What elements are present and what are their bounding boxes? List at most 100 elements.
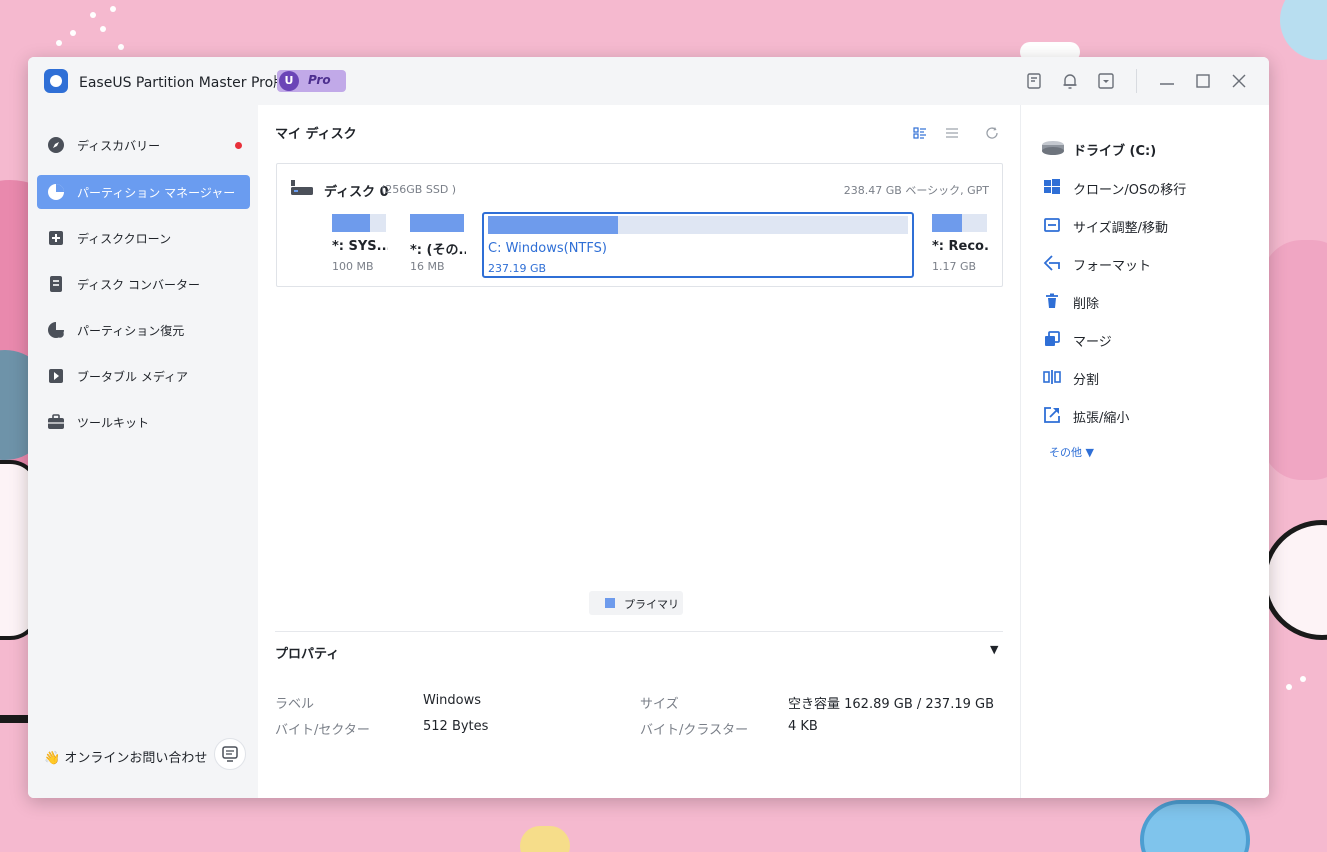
actions-panel: ドライブ (C:) クローン/OSの移行 サイズ調整/移動 フォーマット 削除 <box>1020 105 1269 798</box>
sidebar-item-discovery[interactable]: ディスカバリー <box>37 128 250 162</box>
property-value: Windows <box>423 693 482 708</box>
partition-name: C: Windows(NTFS) <box>488 241 607 256</box>
extend-icon <box>1043 406 1061 424</box>
partition-usage-bar <box>932 214 987 232</box>
resize-icon <box>1043 216 1061 234</box>
legend-swatch <box>605 598 615 608</box>
trash-icon <box>1043 292 1061 310</box>
partition-usage-fill <box>332 214 370 232</box>
action-label: 分割 <box>1073 373 1100 388</box>
sidebar-item-label: ディスククローン <box>77 232 172 246</box>
partition-name: *: SYS... <box>332 239 388 254</box>
disk-clone-icon <box>47 229 65 247</box>
online-contact-link[interactable]: 👋 オンラインお問い合わせ <box>44 747 207 766</box>
wallpaper-shape <box>1262 520 1327 640</box>
property-key: サイズ <box>640 697 679 712</box>
property-value: 512 Bytes <box>423 719 489 734</box>
sidebar-item-bootable-media[interactable]: ブータブル メディア <box>37 359 250 393</box>
action-label: フォーマット <box>1073 259 1152 274</box>
close-icon[interactable] <box>1229 71 1249 91</box>
badge-text: Pro <box>308 73 331 87</box>
sidebar-item-disk-clone[interactable]: ディスククローン <box>37 221 250 255</box>
wallpaper-dot <box>90 12 96 18</box>
partition-usage-fill <box>410 214 464 232</box>
toolbox-icon <box>47 413 65 431</box>
disk-convert-icon <box>47 275 65 293</box>
wallpaper-dot <box>70 30 76 36</box>
maximize-icon[interactable] <box>1193 71 1213 91</box>
action-label: 拡張/縮小 <box>1073 411 1130 426</box>
partition-size: 237.19 GB <box>488 262 547 275</box>
title-bar: EaseUS Partition Master Pro版 U Pro <box>28 57 1269 105</box>
sidebar-item-label: パーティション復元 <box>77 324 185 338</box>
properties-toggle[interactable]: ▼ <box>990 643 998 656</box>
sidebar-item-label: ディスカバリー <box>77 139 161 153</box>
section-title: マイ ディスク <box>275 127 357 142</box>
partition-block-selected[interactable]: C: Windows(NTFS) 237.19 GB <box>482 212 914 278</box>
divider <box>275 631 1003 632</box>
split-icon <box>1043 368 1061 386</box>
wallpaper-shape <box>520 826 570 852</box>
wallpaper-dot <box>1300 676 1306 682</box>
property-value: 4 KB <box>788 719 818 734</box>
list-view-icon[interactable] <box>944 125 960 141</box>
property-key: ラベル <box>275 697 315 712</box>
partition-usage-fill <box>488 216 619 234</box>
bell-icon[interactable] <box>1060 71 1080 91</box>
app-title: EaseUS Partition Master Pro版 <box>79 75 288 91</box>
wallpaper-dot <box>100 26 106 32</box>
badge-letter: U <box>279 71 299 91</box>
sidebar-item-partition-recovery[interactable]: パーティション復元 <box>37 313 250 347</box>
properties-title: プロパティ <box>275 647 340 662</box>
partition-size: 1.17 GB <box>932 260 977 273</box>
partition-size: 100 MB <box>332 260 374 273</box>
chat-icon <box>222 746 238 762</box>
merge-icon <box>1043 330 1061 348</box>
dropdown-menu-icon[interactable] <box>1096 71 1116 91</box>
sidebar: ディスカバリー パーティション マネージャー ディスククローン ディスク コンバ… <box>28 105 258 798</box>
feedback-icon[interactable] <box>1024 71 1044 91</box>
titlebar-divider <box>1136 69 1137 93</box>
property-key: バイト/セクター <box>275 723 370 738</box>
action-label: マージ <box>1073 335 1112 350</box>
sidebar-item-toolkit[interactable]: ツールキット <box>37 405 250 439</box>
sidebar-item-partition-manager[interactable]: パーティション マネージャー <box>37 175 250 209</box>
minimize-icon[interactable] <box>1157 71 1177 91</box>
hard-disk-icon <box>290 179 314 197</box>
partition-block[interactable]: *: (その... 16 MB <box>410 212 466 278</box>
action-label: サイズ調整/移動 <box>1073 221 1168 236</box>
format-icon <box>1043 254 1061 272</box>
chat-button[interactable] <box>214 738 246 770</box>
legend-label: プライマリ <box>624 598 679 611</box>
partition-name: *: (その... <box>410 243 466 258</box>
partition-block[interactable]: *: Reco... 1.17 GB <box>932 212 990 278</box>
action-label: ドライブ (C:) <box>1073 144 1157 159</box>
wallpaper-shape <box>1262 240 1327 480</box>
disk-card[interactable]: ディスク 0 (256GB SSD ) 238.47 GB ベーシック, GPT… <box>276 163 1003 287</box>
wallpaper-shape <box>1140 800 1250 852</box>
sidebar-item-disk-converter[interactable]: ディスク コンバーター <box>37 267 250 301</box>
wallpaper-dot <box>56 40 62 46</box>
partition-usage-bar <box>332 214 386 232</box>
disk-name: ディスク 0 <box>324 185 389 200</box>
partition-recovery-icon <box>47 321 65 339</box>
compass-icon <box>47 136 65 154</box>
partition-usage-bar <box>410 214 464 232</box>
action-label: 削除 <box>1073 297 1100 312</box>
grid-view-icon[interactable] <box>912 125 928 141</box>
sidebar-item-label: パーティション マネージャー <box>77 186 236 200</box>
windows-icon <box>1043 178 1061 196</box>
partition-name: *: Reco... <box>932 239 990 254</box>
more-actions-dropdown[interactable]: その他 ▼ <box>1049 444 1094 460</box>
app-logo-icon <box>44 69 68 93</box>
partition-size: 16 MB <box>410 260 445 273</box>
sidebar-item-label: ツールキット <box>77 416 150 430</box>
property-key: バイト/クラスター <box>640 723 749 738</box>
refresh-icon[interactable] <box>984 125 1000 141</box>
disk-type: (256GB SSD ) <box>381 183 457 196</box>
main-panel: マイ ディスク ディスク 0 (256GB SSD ) 238.47 GB ベー… <box>258 105 1020 798</box>
disk-info: 238.47 GB ベーシック, GPT <box>843 184 989 197</box>
wallpaper-dot <box>1286 684 1292 690</box>
partition-block[interactable]: *: SYS... 100 MB <box>332 212 388 278</box>
partition-usage-bar <box>488 216 908 234</box>
